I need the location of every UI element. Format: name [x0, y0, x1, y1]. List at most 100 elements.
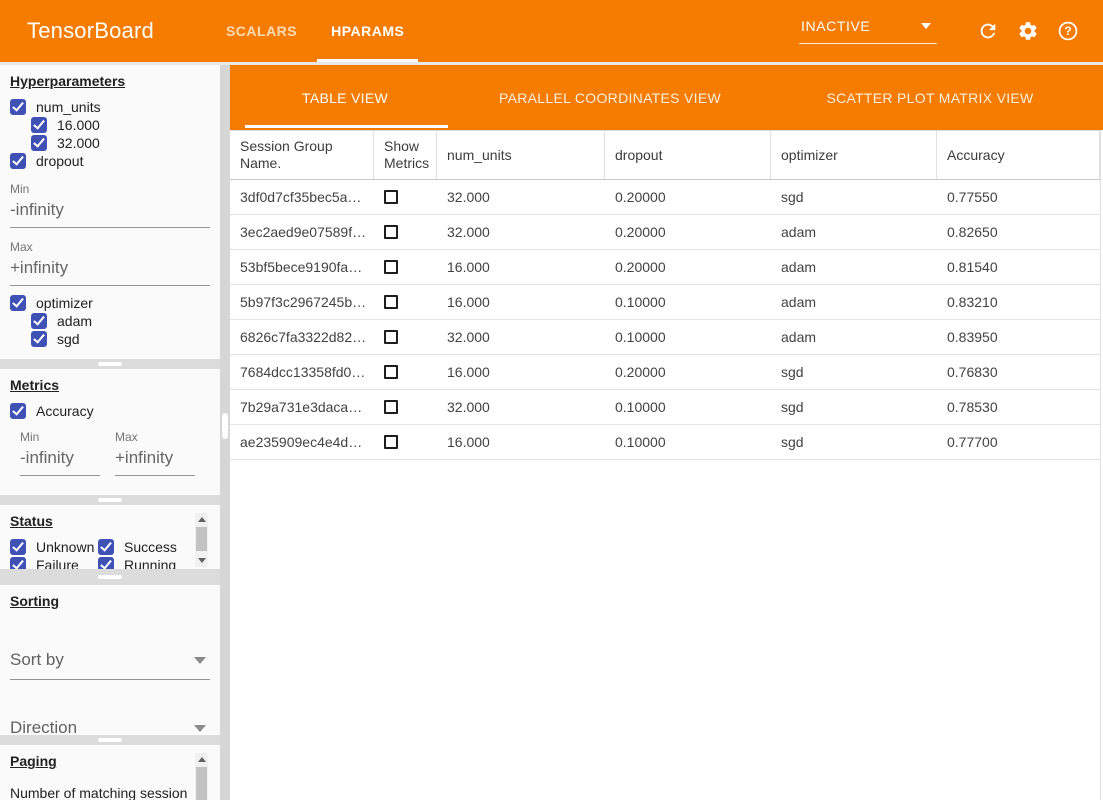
status-scrollbar[interactable] — [195, 513, 208, 567]
arrow-down-icon[interactable] — [198, 558, 206, 563]
checkbox-checked-icon[interactable] — [10, 295, 26, 311]
help-icon[interactable]: ? — [1057, 20, 1079, 42]
dropout-max-label: Max — [10, 240, 220, 254]
show-metrics-checkbox[interactable] — [384, 400, 398, 414]
metric-accuracy-label: Accuracy — [36, 403, 94, 419]
hparam-num-units-32[interactable]: 32.000 — [31, 134, 220, 152]
show-metrics-checkbox[interactable] — [384, 260, 398, 274]
accuracy-min-input[interactable]: -infinity — [20, 444, 100, 476]
dropout-value: 0.10000 — [605, 425, 771, 459]
hparam-optimizer-adam[interactable]: adam — [31, 312, 220, 330]
arrow-up-icon[interactable] — [198, 757, 206, 762]
table-row: 3df0d7cf35bec5a… 32.000 0.20000 sgd 0.77… — [230, 180, 1100, 215]
tab-scalars[interactable]: SCALARS — [209, 0, 314, 62]
num-units-value: 16.000 — [437, 285, 605, 319]
tab-parallel-coordinates-view[interactable]: PARALLEL COORDINATES VIEW — [460, 65, 760, 130]
checkbox-checked-icon[interactable] — [10, 557, 26, 569]
tab-hparams[interactable]: HPARAMS — [314, 0, 421, 62]
sort-by-label: Sort by — [10, 650, 64, 669]
checkbox-checked-icon[interactable] — [10, 539, 26, 555]
checkbox-checked-icon[interactable] — [10, 403, 26, 419]
table-row: ae235909ec4e4d… 16.000 0.10000 sgd 0.777… — [230, 425, 1100, 460]
show-metrics-checkbox[interactable] — [384, 365, 398, 379]
gear-icon[interactable] — [1017, 20, 1039, 42]
dashboard-tabs: SCALARS HPARAMS — [209, 0, 421, 62]
paging-panel: Paging Number of matching session groups… — [0, 745, 220, 800]
checkbox-checked-icon[interactable] — [31, 135, 47, 151]
show-metrics-checkbox[interactable] — [384, 435, 398, 449]
value-label: 32.000 — [57, 135, 100, 151]
status-running-label: Running — [124, 557, 176, 569]
dropout-value: 0.10000 — [605, 285, 771, 319]
arrow-up-icon[interactable] — [198, 517, 206, 522]
status-running[interactable]: Running — [98, 556, 185, 569]
col-header-session-group-name: Session Group Name. — [230, 131, 374, 179]
value-label: sgd — [57, 331, 80, 347]
dropout-min-label: Min — [10, 182, 220, 196]
toolbar-controls: INACTIVE ? — [799, 18, 1079, 44]
session-group-name: 7684dcc13358fd0… — [230, 355, 374, 389]
show-metrics-checkbox[interactable] — [384, 225, 398, 239]
table-right-border — [1100, 130, 1101, 800]
session-groups-table: Session Group Name. Show Metrics num_uni… — [230, 130, 1100, 460]
hparam-num-units[interactable]: num_units — [10, 98, 220, 116]
run-status-dropdown[interactable]: INACTIVE — [799, 18, 937, 44]
accuracy-max-label: Max — [115, 430, 195, 444]
checkbox-checked-icon[interactable] — [31, 331, 47, 347]
dropout-value: 0.20000 — [605, 180, 771, 214]
refresh-icon[interactable] — [977, 20, 999, 42]
hparam-optimizer-label: optimizer — [36, 295, 93, 311]
checkbox-checked-icon[interactable] — [10, 99, 26, 115]
chevron-down-icon — [921, 23, 931, 29]
checkbox-checked-icon[interactable] — [98, 539, 114, 555]
tab-table-view[interactable]: TABLE VIEW — [230, 65, 460, 130]
accuracy-value: 0.78530 — [937, 390, 1100, 424]
direction-dropdown[interactable]: Direction — [10, 716, 210, 735]
table-view-content: Session Group Name. Show Metrics num_uni… — [230, 130, 1103, 800]
dropout-max-input[interactable]: +infinity — [10, 254, 210, 286]
status-success[interactable]: Success — [98, 538, 185, 556]
accuracy-max-input[interactable]: +infinity — [115, 444, 195, 476]
table-row: 7b29a731e3daca… 32.000 0.10000 sgd 0.785… — [230, 390, 1100, 425]
dropout-min-input[interactable]: -infinity — [10, 196, 210, 228]
show-metrics-checkbox[interactable] — [384, 190, 398, 204]
checkbox-checked-icon[interactable] — [10, 153, 26, 169]
scrollbar-thumb[interactable] — [222, 413, 228, 439]
optimizer-value: adam — [771, 320, 937, 354]
session-group-name: ae235909ec4e4d… — [230, 425, 374, 459]
status-failure[interactable]: Failure — [10, 556, 98, 569]
accuracy-value: 0.76830 — [937, 355, 1100, 389]
panel-resize-handle[interactable] — [98, 575, 122, 579]
show-metrics-checkbox[interactable] — [384, 330, 398, 344]
view-tabs: TABLE VIEW PARALLEL COORDINATES VIEW SCA… — [230, 65, 1103, 130]
optimizer-value: adam — [771, 215, 937, 249]
hparam-num-units-label: num_units — [36, 99, 101, 115]
table-row: 7684dcc13358fd0… 16.000 0.20000 sgd 0.76… — [230, 355, 1100, 390]
hparam-optimizer-sgd[interactable]: sgd — [31, 330, 220, 348]
status-unknown[interactable]: Unknown — [10, 538, 98, 556]
status-panel: Status Unknown Success Failure Running — [0, 505, 220, 569]
session-group-name: 3ec2aed9e07589f… — [230, 215, 374, 249]
accuracy-min-label: Min — [20, 430, 100, 444]
checkbox-checked-icon[interactable] — [31, 117, 47, 133]
checkbox-checked-icon[interactable] — [31, 313, 47, 329]
session-group-name: 3df0d7cf35bec5a… — [230, 180, 374, 214]
value-label: adam — [57, 313, 92, 329]
optimizer-value: adam — [771, 250, 937, 284]
scrollbar-thumb[interactable] — [196, 527, 207, 551]
scrollbar-thumb[interactable] — [196, 767, 207, 800]
metric-accuracy[interactable]: Accuracy — [10, 402, 220, 420]
sidebar-scrollbar[interactable] — [220, 65, 230, 800]
hyperparameters-panel: Hyperparameters num_units 16.000 32.000 … — [0, 65, 220, 359]
show-metrics-checkbox[interactable] — [384, 295, 398, 309]
paging-scrollbar[interactable] — [195, 753, 208, 800]
sort-by-dropdown[interactable]: Sort by — [10, 648, 210, 680]
tab-scatter-plot-matrix-view[interactable]: SCATTER PLOT MATRIX VIEW — [760, 65, 1100, 130]
panel-resize-handle[interactable] — [98, 738, 122, 742]
checkbox-checked-icon[interactable] — [98, 557, 114, 569]
hparam-optimizer[interactable]: optimizer — [10, 294, 220, 312]
hparam-num-units-16[interactable]: 16.000 — [31, 116, 220, 134]
hparam-dropout[interactable]: dropout — [10, 152, 220, 170]
panel-resize-handle[interactable] — [98, 362, 122, 366]
panel-resize-handle[interactable] — [98, 498, 122, 502]
